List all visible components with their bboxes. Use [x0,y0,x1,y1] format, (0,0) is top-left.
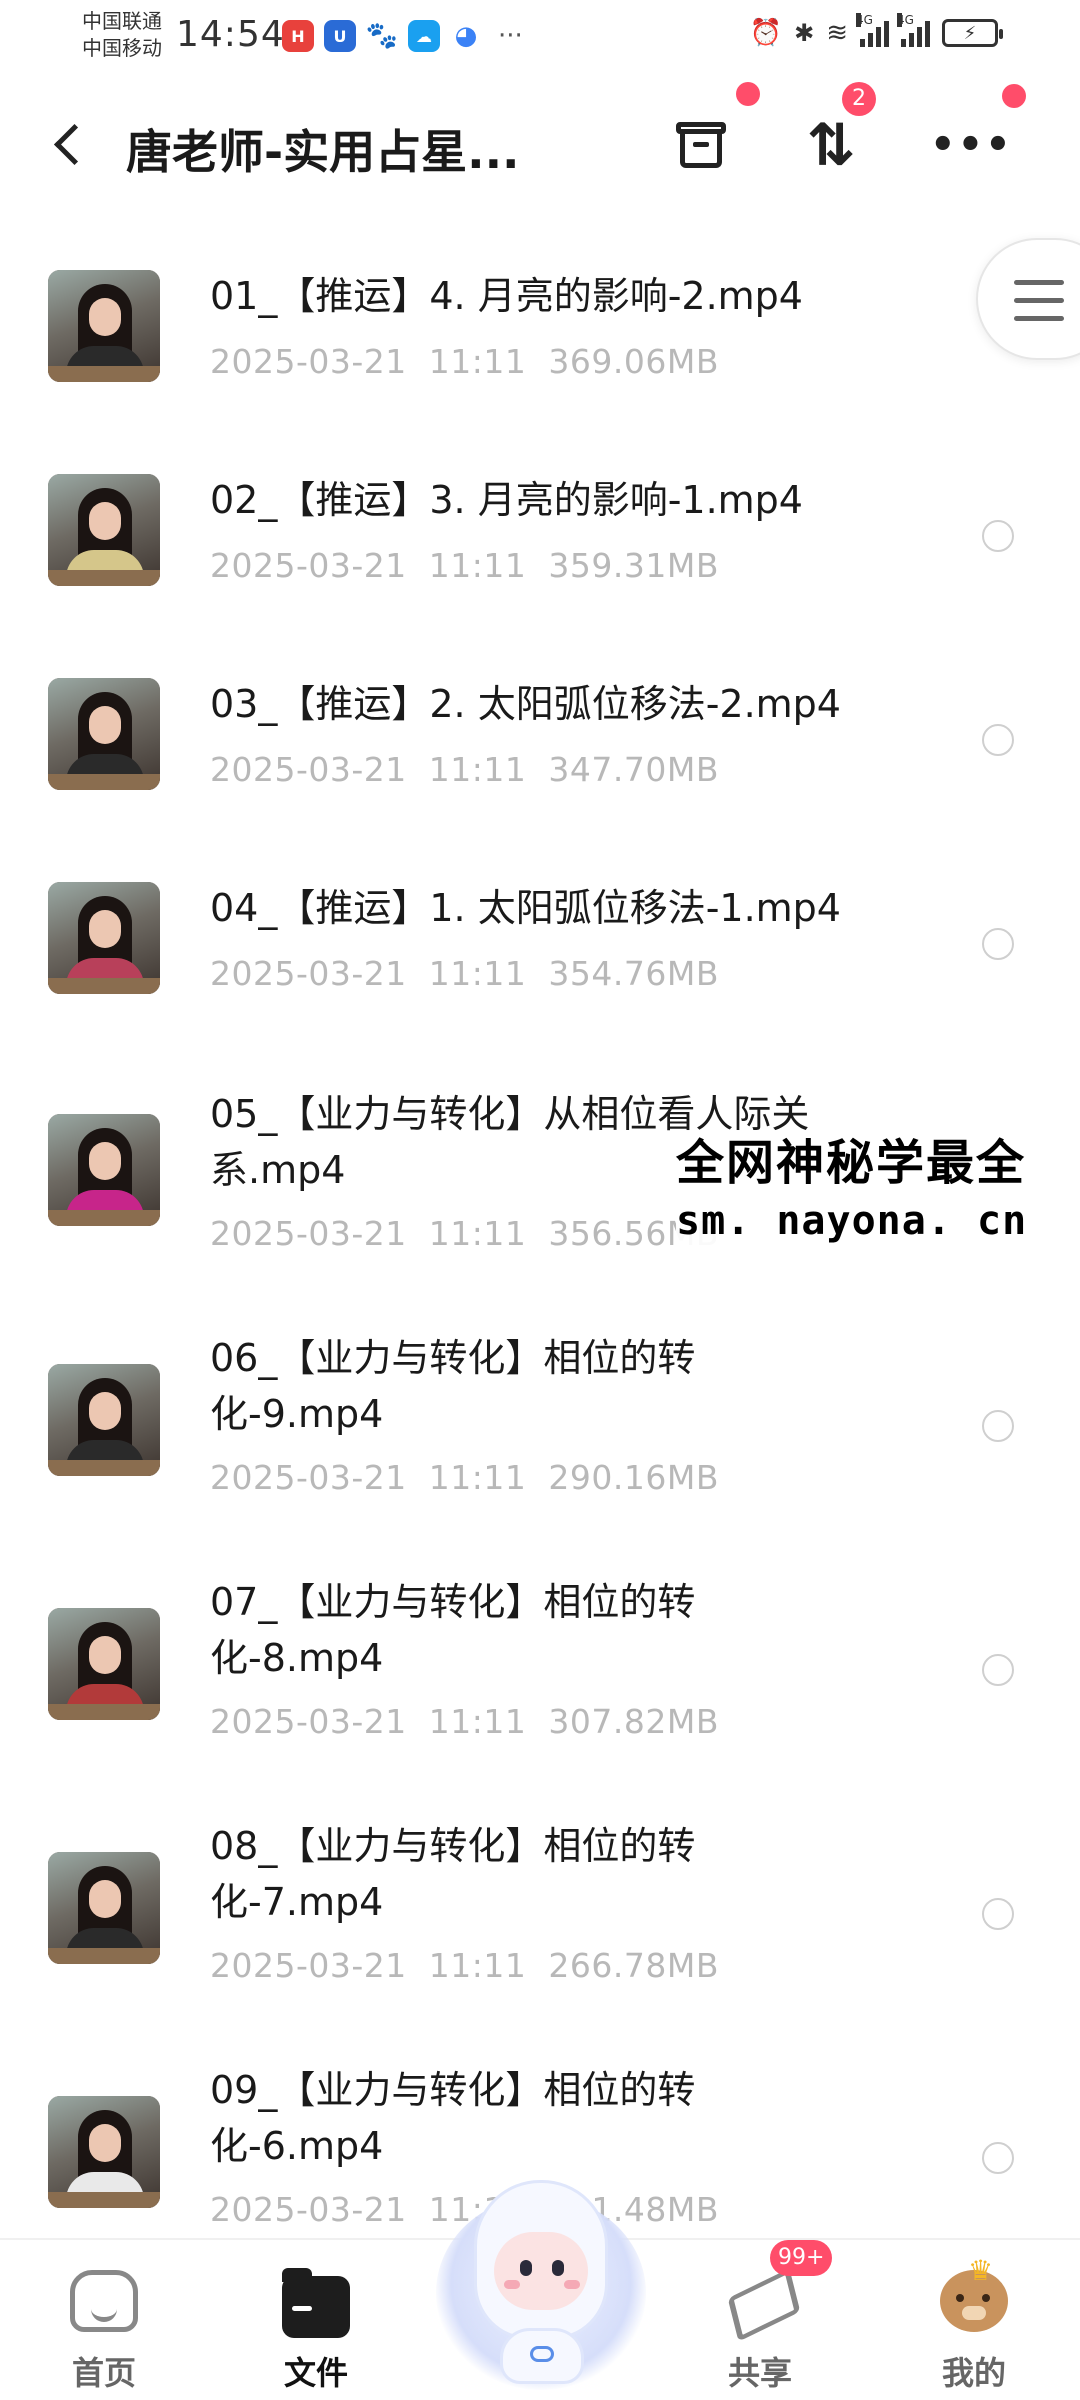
weather-icon: ☁ [408,20,440,52]
video-thumbnail [48,678,160,790]
select-radio[interactable] [982,1654,1014,1686]
file-row[interactable]: 01_【推运】4. 月亮的影响-2.mp4 2025-03-21 11:11 369… [0,230,1080,430]
archive-box-icon[interactable] [666,110,736,180]
paper-plane-icon [726,2270,794,2332]
nav-files-label: 文件 [283,2354,348,2392]
carrier-2: 中国移动 [82,36,162,60]
crown-icon: ♛ [968,2254,994,2287]
file-name: 07_【业力与转化】相位的转化-8.mp4 [210,1580,696,1680]
file-name: 09_【业力与转化】相位的转化-6.mp4 [210,2068,696,2168]
select-radio[interactable] [982,1898,1014,1930]
notification-icons: H U 🐾 ☁ ◕ ··· [282,20,523,52]
status-time: 14:54 [176,14,285,55]
file-meta: 2025-03-21 11:11 290.16MB [210,1458,719,1497]
select-radio[interactable] [982,724,1014,756]
signal-icon-2: 4G [897,13,930,47]
nav-home[interactable]: 首页 [34,2254,174,2394]
file-name: 06_【业力与转化】相位的转化-9.mp4 [210,1336,696,1436]
file-meta: 2025-03-21 11:11 359.31MB [210,546,719,585]
video-thumbnail [48,882,160,994]
watermark-overlay: 全网神秘学最全 sm. nayona. cn [676,1130,1028,1246]
file-meta: 2025-03-21 11:11 356.56MB [210,1214,719,1253]
transfer-badge: 2 [842,82,876,116]
wifi-icon: ≋ [826,18,848,48]
video-thumbnail [48,270,160,382]
folder-icon [282,2268,350,2338]
watermark-line-2: sm. nayona. cn [676,1198,1028,1244]
cube-icon: U [324,20,356,52]
watermark-line-1: 全网神秘学最全 [676,1135,1027,1191]
carrier-1: 中国联通 [82,9,162,33]
file-row[interactable]: 04_【推运】1. 太阳弧位移法-1.mp4 2025-03-21 11:11 35… [0,842,1080,1042]
file-meta: 2025-03-21 11:11 354.76MB [210,954,719,993]
nav-me[interactable]: ♛ 我的 [904,2254,1044,2394]
file-name: 03_【推运】2. 太阳弧位移法-2.mp4 [210,682,841,726]
nav-files[interactable]: 文件 [246,2254,386,2394]
select-radio[interactable] [982,928,1014,960]
select-radio[interactable] [982,2142,1014,2174]
more-menu-icon[interactable]: ••• [930,110,1011,180]
huawei-icon: H [282,20,314,52]
share-badge: 99+ [770,2240,833,2276]
file-row[interactable]: 06_【业力与转化】相位的转化-9.mp4 2025-03-21 11:11 290… [0,1300,1080,1544]
file-name: 04_【推运】1. 太阳弧位移法-1.mp4 [210,886,841,930]
file-row[interactable]: 07_【业力与转化】相位的转化-8.mp4 2025-03-21 11:11 307… [0,1544,1080,1788]
signal-icon-1: 4G [856,13,889,47]
alarm-icon: ⏰ [749,18,783,48]
file-meta: 2025-03-21 11:11 369.06MB [210,342,719,381]
nav-share-label: 共享 [727,2354,792,2392]
folder-title: 唐老师-实用占星... [126,125,520,179]
back-button[interactable] [48,116,92,176]
file-name: 02_【推运】3. 月亮的影响-1.mp4 [210,478,803,522]
home-icon [70,2270,138,2332]
file-row[interactable]: 08_【业力与转化】相位的转化-7.mp4 2025-03-21 11:11 266… [0,1788,1080,2032]
file-meta: 2025-03-21 11:11 266.78MB [210,1946,719,1985]
video-thumbnail [48,1608,160,1720]
app-header: 唐老师-实用占星... ⇅ 2 ••• [0,80,1080,210]
bluetooth-icon: ✱ [794,19,815,47]
system-icons: ⏰ ✱ ≋ 4G 4G ⚡ [749,13,1003,48]
file-name: 08_【业力与转化】相位的转化-7.mp4 [210,1824,696,1924]
nav-home-label: 首页 [71,2354,136,2392]
video-thumbnail [48,1114,160,1226]
nav-share[interactable]: 99+ 共享 [690,2240,833,2394]
baidu-icon: 🐾 [365,20,399,52]
video-thumbnail [48,474,160,586]
carrier-names: 中国联通 中国移动 [82,8,162,62]
file-meta: 2025-03-21 11:11 347.70MB [210,750,719,789]
ai-assistant-mascot-button[interactable] [436,2180,646,2390]
file-name: 01_【推运】4. 月亮的影响-2.mp4 [210,274,803,318]
menu-notification-dot [1002,84,1026,108]
select-radio[interactable] [982,520,1014,552]
battery-icon: ⚡ [942,19,1003,47]
nav-me-label: 我的 [941,2354,1006,2392]
video-thumbnail [48,1364,160,1476]
video-thumbnail [48,1852,160,1964]
archive-notification-dot [736,82,760,106]
browser-icon: ◕ [450,20,482,52]
file-row[interactable]: 03_【推运】2. 太阳弧位移法-2.mp4 2025-03-21 11:11 34… [0,638,1080,838]
more-notifications-icon: ··· [498,21,523,51]
transfer-sort-icon[interactable]: ⇅ [796,110,866,180]
video-thumbnail [48,2096,160,2208]
status-bar: 中国联通 中国移动 14:54 H U 🐾 ☁ ◕ ··· ⏰ ✱ ≋ 4G 4… [0,0,1080,80]
file-meta: 2025-03-21 11:11 307.82MB [210,1702,719,1741]
select-radio[interactable] [982,1410,1014,1442]
file-row[interactable]: 02_【推运】3. 月亮的影响-1.mp4 2025-03-21 11:11 359… [0,434,1080,634]
cloud-emblem-icon [530,2346,554,2362]
